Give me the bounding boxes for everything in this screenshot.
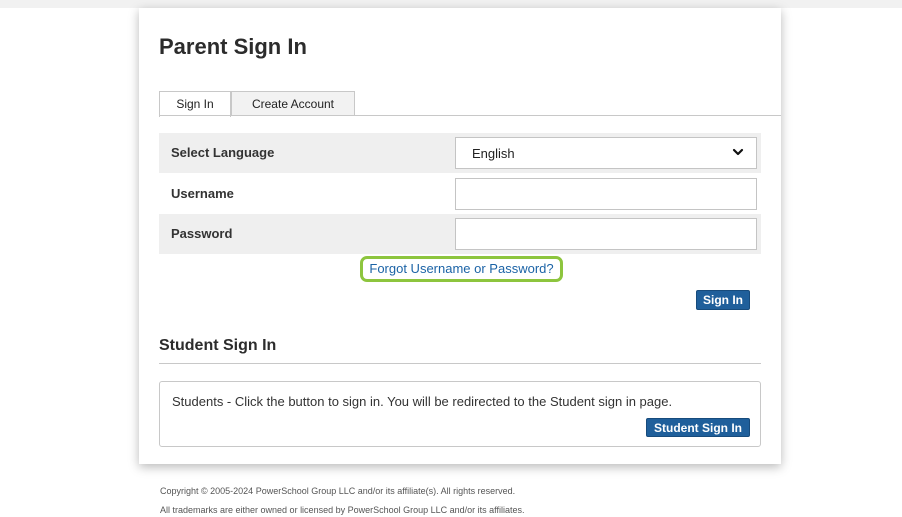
student-divider bbox=[159, 363, 761, 364]
trademarks-text: All trademarks are either owned or licen… bbox=[160, 505, 525, 515]
password-row: Password bbox=[159, 214, 761, 254]
username-row: Username bbox=[159, 174, 761, 214]
tab-sign-in[interactable]: Sign In bbox=[159, 91, 231, 117]
tab-create-account[interactable]: Create Account bbox=[231, 91, 355, 115]
username-field[interactable] bbox=[455, 178, 757, 210]
student-signin-box: Students - Click the button to sign in. … bbox=[159, 381, 761, 447]
password-field[interactable] bbox=[455, 218, 757, 250]
page-title: Parent Sign In bbox=[159, 34, 307, 59]
sign-in-button[interactable]: Sign In bbox=[696, 290, 750, 310]
student-sign-in-button[interactable]: Student Sign In bbox=[646, 418, 750, 437]
forgot-highlight: Forgot Username or Password? bbox=[360, 256, 563, 282]
password-label: Password bbox=[171, 226, 233, 241]
language-select[interactable]: English bbox=[455, 137, 757, 169]
student-section-title: Student Sign In bbox=[159, 337, 277, 354]
forgot-password-link[interactable]: Forgot Username or Password? bbox=[363, 259, 560, 279]
username-label: Username bbox=[171, 186, 234, 201]
copyright-text: Copyright © 2005-2024 PowerSchool Group … bbox=[160, 486, 516, 496]
signin-card: Parent Sign In Sign In Create Account Se… bbox=[139, 8, 781, 464]
chevron-down-icon bbox=[732, 148, 744, 156]
page-top-strip bbox=[0, 0, 902, 8]
language-row: Select Language English bbox=[159, 133, 761, 173]
language-label: Select Language bbox=[171, 145, 275, 160]
tabs-divider bbox=[159, 115, 781, 116]
language-select-value: English bbox=[472, 145, 515, 161]
student-message: Students - Click the button to sign in. … bbox=[172, 394, 673, 409]
